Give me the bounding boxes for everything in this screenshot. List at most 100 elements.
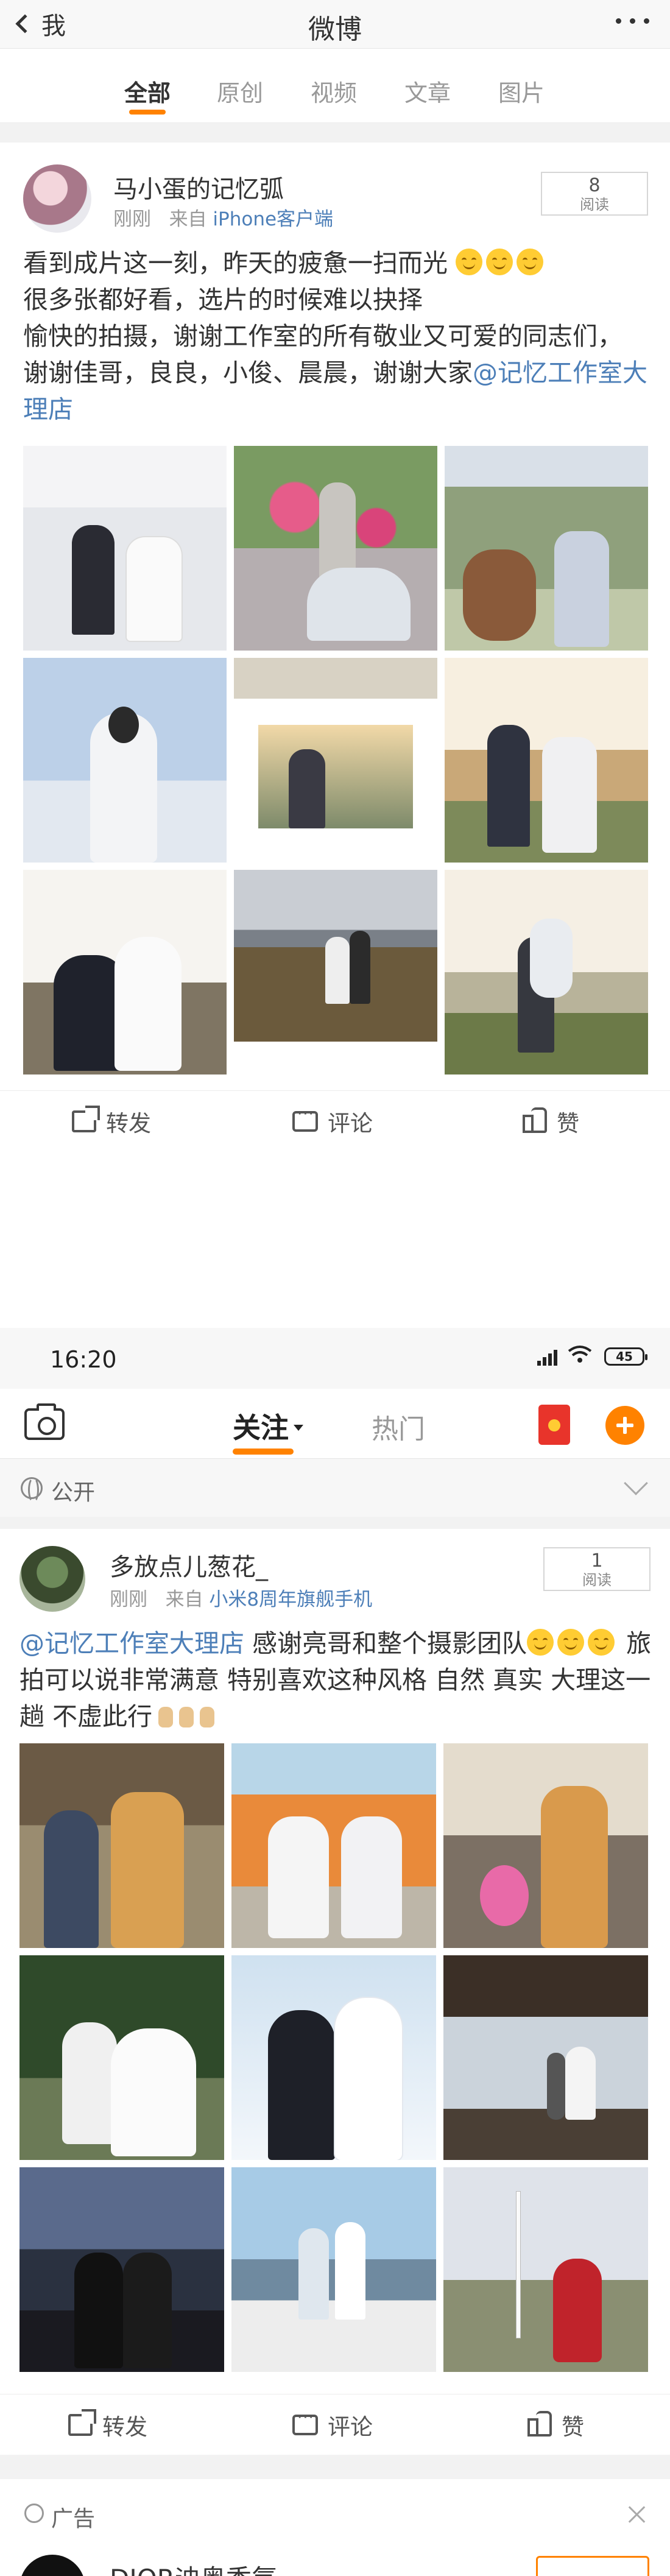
thumbs-up-icon [523, 1107, 547, 1133]
caret-down-icon [294, 1425, 303, 1431]
post-text: @记忆工作室大理店 感谢亮哥和整个摄影团队 旅拍可以说非常满意 特别喜欢这种风格… [19, 1625, 653, 1735]
post-source[interactable]: 小米8周年旗舰手机 [209, 1589, 372, 1611]
tab-original[interactable]: 原创 [217, 74, 263, 108]
read-count: 1 [591, 1550, 603, 1572]
comment-label: 评论 [328, 1110, 373, 1137]
post-text-line: 看到成片这一刻，昨天的疲惫一扫而光 [23, 249, 448, 278]
post-text-part: 感谢亮哥和整个摄影团队 [244, 1629, 527, 1658]
hand-emoji-icon [200, 1707, 215, 1727]
post-meta: 刚刚 来自 iPhone客户端 [113, 203, 333, 231]
ad-label: 广告 [51, 2507, 96, 2532]
username[interactable]: 马小蛋的记忆弧 [113, 169, 284, 205]
photo-thumbnail[interactable] [19, 1743, 224, 1948]
photo-thumbnail[interactable] [23, 870, 227, 1075]
smile-emoji-icon [517, 249, 544, 275]
emoji-icon [557, 1629, 585, 1656]
repost-button[interactable]: 转发 [72, 1091, 151, 1152]
tab-hot[interactable]: 热门 [372, 1407, 425, 1446]
comment-icon [292, 2408, 318, 2435]
close-icon[interactable] [627, 2505, 646, 2523]
wifi-icon [568, 1346, 592, 1363]
photo-thumbnail[interactable] [445, 446, 648, 651]
photo-thumbnail[interactable] [443, 1955, 648, 2160]
smile-emoji-icon [486, 249, 513, 275]
blank-area [0, 1163, 670, 1328]
repost-button[interactable]: 转发 [68, 2394, 147, 2455]
status-bar: 16:20 45 [0, 1328, 670, 1389]
red-packet-icon[interactable] [538, 1405, 570, 1445]
thumbs-up-icon [527, 2411, 552, 2437]
comment-button[interactable]: 评论 [292, 1091, 373, 1152]
visibility-label: 公开 [51, 1480, 96, 1505]
repost-label: 转发 [106, 1110, 151, 1137]
post-time: 刚刚 [113, 208, 151, 230]
post-text-line: 谢谢佳哥，良良，小俊、晨晨，谢谢大家 [23, 358, 473, 387]
post-meta: 刚刚 来自 小米8周年旗舰手机 [110, 1584, 372, 1611]
repost-label: 转发 [102, 2414, 147, 2440]
chevron-down-icon[interactable] [624, 1471, 648, 1495]
photo-thumbnail[interactable] [231, 1955, 436, 2160]
battery-icon: 45 [604, 1347, 647, 1366]
filter-tabs: 全部 原创 视频 文章 图片 [0, 49, 670, 123]
ad-follow-button[interactable] [536, 2556, 649, 2576]
globe-icon [21, 1477, 43, 1503]
photo-thumbnail[interactable] [445, 870, 648, 1075]
weibo-post-2: 多放点儿葱花_ 刚刚 来自 小米8周年旗舰手机 1 阅读 @记忆工作室大理店 感… [0, 1529, 670, 2406]
status-time: 16:20 [50, 1346, 117, 1373]
photo-thumbnail[interactable] [445, 658, 648, 863]
mention-link[interactable]: @记忆工作室大理店 [19, 1629, 244, 1658]
like-label: 赞 [557, 1110, 579, 1137]
tab-video[interactable]: 视频 [311, 74, 357, 108]
read-label: 阅读 [580, 196, 609, 213]
comment-button[interactable]: 评论 [292, 2394, 373, 2455]
post-actions: 转发 评论 赞 [0, 1090, 670, 1151]
weibo-post-1: 马小蛋的记忆弧 刚刚 来自 iPhone客户端 8 阅读 看到成片这一刻，昨天的… [0, 143, 670, 1105]
page-title: 微博 [308, 14, 362, 45]
avatar[interactable] [23, 164, 91, 233]
username[interactable]: 多放点儿葱花_ [110, 1547, 268, 1583]
avatar[interactable] [19, 2555, 85, 2576]
like-label: 赞 [562, 2414, 584, 2440]
avatar[interactable] [19, 1546, 85, 1612]
photo-thumbnail[interactable] [231, 1743, 436, 1948]
read-label: 阅读 [582, 1572, 612, 1589]
post-text-line: 很多张都好看，选片的时候难以抉择 [23, 285, 423, 314]
photo-thumbnail[interactable] [234, 870, 437, 1042]
repost-icon [72, 1110, 96, 1132]
active-tab-indicator [129, 110, 166, 115]
photo-thumbnail[interactable] [23, 658, 227, 863]
more-menu-icon[interactable] [616, 18, 649, 24]
tab-all[interactable]: 全部 [124, 74, 171, 108]
tab-article[interactable]: 文章 [404, 74, 451, 108]
emoji-icon [588, 1629, 615, 1656]
photo-thumbnail[interactable] [19, 1955, 224, 2160]
photo-thumbnail[interactable] [231, 2167, 436, 2372]
photo-thumbnail[interactable] [234, 446, 437, 651]
ad-account-name[interactable]: DIOR迪奥香氛 [110, 2558, 277, 2576]
active-tab-indicator [233, 1449, 294, 1455]
tab-following[interactable]: 关注 [233, 1406, 303, 1446]
post-text-line: 愉快的拍摄，谢谢工作室的所有敬业又可爱的同志们， [23, 322, 622, 351]
comment-icon [292, 1105, 318, 1132]
photo-thumbnail[interactable] [234, 658, 437, 863]
separator [0, 2455, 670, 2479]
smile-emoji-icon [456, 249, 483, 275]
like-button[interactable]: 赞 [523, 1091, 579, 1152]
ad-card: 广告 DIOR迪奥香氛 [0, 2479, 670, 2576]
photo-thumbnail[interactable] [23, 446, 227, 651]
hand-emoji-icon [158, 1707, 174, 1727]
hand-emoji-icon [179, 1707, 194, 1727]
comment-label: 评论 [328, 2414, 373, 2440]
visibility-row[interactable]: 公开 [0, 1459, 670, 1517]
photo-thumbnail[interactable] [19, 2167, 224, 2372]
tab-image[interactable]: 图片 [498, 74, 545, 108]
photo-thumbnail[interactable] [443, 1743, 648, 1948]
photo-thumbnail[interactable] [443, 2167, 648, 2372]
tab-following-label: 关注 [233, 1411, 289, 1444]
compose-plus-button[interactable] [605, 1406, 644, 1445]
camera-icon[interactable] [24, 1403, 65, 1440]
post-source[interactable]: iPhone客户端 [213, 208, 333, 230]
like-button[interactable]: 赞 [527, 2394, 584, 2455]
home-nav-bar: 关注 热门 [0, 1389, 670, 1459]
top-nav-bar: 我 微博 [0, 0, 670, 49]
